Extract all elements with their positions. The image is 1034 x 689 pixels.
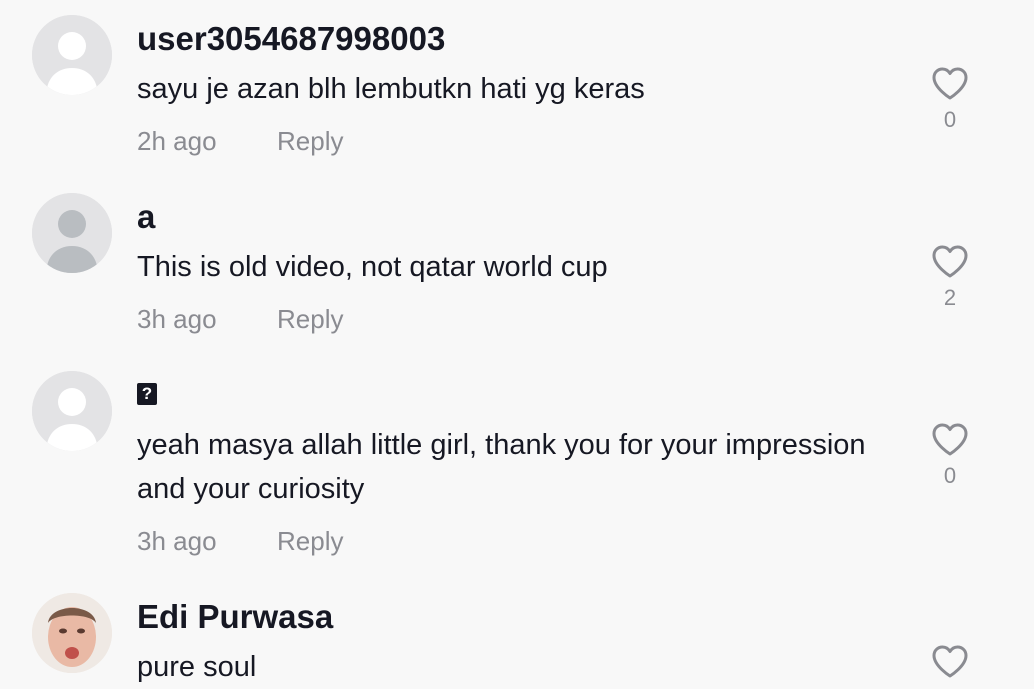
heart-outline-icon[interactable]	[930, 643, 970, 679]
comment-text: pure soul	[137, 651, 257, 683]
heart-outline-icon[interactable]	[930, 243, 970, 279]
like-area	[928, 643, 972, 679]
reply-button[interactable]: Reply	[277, 303, 343, 335]
comment-username[interactable]: user3054687998003	[137, 19, 445, 59]
comment-time: 2h ago	[137, 126, 217, 156]
comment-text: sayu je azan blh lembutkn hati yg keras	[137, 73, 645, 105]
avatar[interactable]	[32, 371, 112, 451]
comment-text: yeah masya allah little girl, thank you …	[137, 429, 866, 505]
avatar[interactable]	[32, 193, 112, 273]
avatar[interactable]	[32, 15, 112, 95]
reply-button[interactable]: Reply	[277, 125, 343, 157]
comment-meta: 2h ago Reply	[137, 125, 343, 157]
like-count: 0	[943, 463, 957, 488]
comment-username[interactable]: Edi Purwasa	[137, 597, 333, 637]
default-avatar-icon	[32, 193, 112, 273]
comment-text: This is old video, not qatar world cup	[137, 251, 608, 283]
default-avatar-icon	[32, 371, 112, 451]
like-area: 2	[928, 243, 972, 311]
avatar[interactable]	[32, 593, 112, 673]
like-count: 2	[943, 285, 957, 310]
default-avatar-icon	[32, 15, 112, 95]
comment-meta: 3h ago Reply	[137, 525, 343, 557]
comment-time: 3h ago	[137, 304, 217, 334]
comment-time: 3h ago	[137, 526, 217, 556]
heart-outline-icon[interactable]	[930, 421, 970, 457]
profile-photo	[32, 593, 112, 673]
comment-meta: 3h ago Reply	[137, 303, 343, 335]
like-count: 0	[943, 107, 957, 132]
like-area: 0	[928, 65, 972, 133]
like-area: 0	[928, 421, 972, 489]
heart-outline-icon[interactable]	[930, 65, 970, 101]
comment-username[interactable]: a	[137, 197, 155, 237]
reply-button[interactable]: Reply	[277, 525, 343, 557]
comment-username[interactable]: ?	[137, 383, 157, 405]
